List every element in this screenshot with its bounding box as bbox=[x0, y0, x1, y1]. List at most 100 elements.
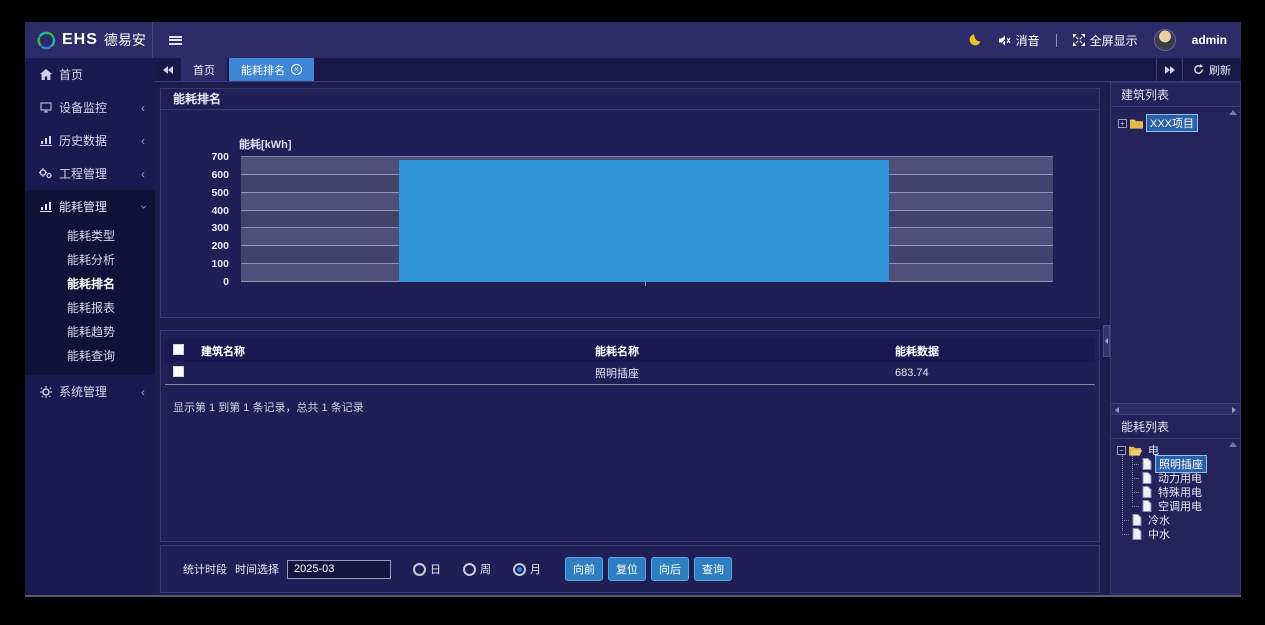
tree-item-special[interactable]: 特殊用电 bbox=[1132, 485, 1205, 499]
sidebar-subitem-energy-report[interactable]: 能耗报表 bbox=[25, 295, 155, 319]
radio-circle bbox=[413, 563, 426, 576]
radio-month[interactable]: 月 bbox=[513, 561, 541, 577]
time-picker-label: 时间选择 bbox=[235, 561, 279, 577]
tabs-scroll-right-button[interactable] bbox=[1156, 58, 1182, 81]
y-tick-label: 500 bbox=[211, 187, 229, 199]
y-tick-label: 300 bbox=[211, 222, 229, 234]
sidebar-subitem-energy-query[interactable]: 能耗查询 bbox=[25, 343, 155, 367]
fullscreen-button[interactable]: 全屏显示 bbox=[1073, 32, 1138, 49]
refresh-icon bbox=[1193, 64, 1204, 75]
main-content: 能耗排名 能耗[kWh] 0100200300400500600700 建筑名称… bbox=[155, 82, 1105, 592]
submenu-label: 能耗分析 bbox=[67, 251, 115, 268]
submenu-label: 能耗类型 bbox=[67, 227, 115, 244]
file-icon bbox=[1142, 486, 1152, 498]
tree-item-reclaimed-water[interactable]: 中水 bbox=[1122, 527, 1173, 541]
sidebar-subitem-energy-analysis[interactable]: 能耗分析 bbox=[25, 247, 155, 271]
stat-period-label: 统计时段 bbox=[183, 561, 227, 577]
open-folder-icon bbox=[1129, 445, 1142, 456]
close-tab-icon[interactable]: × bbox=[291, 64, 302, 75]
tree-connector bbox=[1132, 492, 1139, 493]
top-header: EHS 德易安 消音 bbox=[25, 22, 1241, 58]
app-window: EHS 德易安 消音 bbox=[25, 22, 1241, 597]
panel-collapse-handle[interactable] bbox=[1103, 325, 1110, 357]
menu-toggle-button[interactable] bbox=[169, 36, 182, 45]
forward-button[interactable]: 向前 bbox=[565, 557, 603, 581]
submenu-label: 能耗报表 bbox=[67, 299, 115, 316]
avatar[interactable] bbox=[1154, 29, 1176, 51]
scroll-left-icon[interactable] bbox=[1115, 407, 1119, 413]
brand-spinner-icon bbox=[37, 31, 56, 50]
chevron-left-icon: ‹ bbox=[141, 168, 145, 180]
bar-chart-icon bbox=[39, 201, 52, 212]
x-axis-tick bbox=[645, 282, 646, 286]
sidebar-item-device-monitor[interactable]: 设备监控 ‹ bbox=[25, 91, 155, 124]
collapse-minus-icon[interactable]: − bbox=[1117, 446, 1126, 455]
header-actions: 消音 全屏显示 admin bbox=[968, 29, 1241, 51]
theme-moon-icon[interactable] bbox=[968, 33, 982, 47]
radio-label: 月 bbox=[530, 561, 541, 577]
tree-item-hvac[interactable]: 空调用电 bbox=[1132, 499, 1205, 513]
tab-bar: 首页 能耗排名 × 刷新 bbox=[155, 58, 1241, 82]
query-button[interactable]: 查询 bbox=[694, 557, 732, 581]
sidebar: 首页 设备监控 ‹ 历史数据 ‹ 工 bbox=[25, 58, 155, 595]
backward-button[interactable]: 向后 bbox=[651, 557, 689, 581]
table-header-row: 建筑名称 能耗名称 能耗数据 bbox=[165, 339, 1095, 362]
scroll-right-icon[interactable] bbox=[1232, 407, 1236, 413]
submenu-label: 能耗查询 bbox=[67, 347, 115, 364]
mute-icon bbox=[998, 34, 1011, 47]
sidebar-item-history-data[interactable]: 历史数据 ‹ bbox=[25, 124, 155, 157]
file-icon bbox=[1142, 458, 1152, 470]
y-axis-label: 能耗[kWh] bbox=[239, 136, 292, 152]
tree-item-project[interactable]: + XXX项目 bbox=[1118, 116, 1198, 130]
brand-text: EHS bbox=[62, 31, 98, 49]
column-header-value: 能耗数据 bbox=[895, 343, 939, 359]
y-tick-label: 200 bbox=[211, 240, 229, 252]
tree-item-cold-water[interactable]: 冷水 bbox=[1122, 513, 1173, 527]
sidebar-item-energy-mgmt[interactable]: 能耗管理 ‹ bbox=[25, 190, 155, 223]
expand-plus-icon[interactable]: + bbox=[1118, 119, 1127, 128]
sidebar-item-home[interactable]: 首页 bbox=[25, 58, 155, 91]
radio-circle bbox=[513, 563, 526, 576]
tree-item-power[interactable]: 动力用电 bbox=[1132, 471, 1205, 485]
scroll-up-icon[interactable] bbox=[1229, 442, 1237, 447]
tab-label: 能耗排名 bbox=[241, 62, 285, 78]
time-input[interactable] bbox=[287, 560, 391, 579]
sidebar-subitem-energy-trend[interactable]: 能耗趋势 bbox=[25, 319, 155, 343]
select-all-checkbox[interactable] bbox=[173, 344, 184, 358]
sidebar-subitem-energy-ranking[interactable]: 能耗排名 bbox=[25, 271, 155, 295]
reset-button[interactable]: 复位 bbox=[608, 557, 646, 581]
scroll-up-icon[interactable] bbox=[1229, 110, 1237, 115]
building-list-title: 建筑列表 bbox=[1111, 83, 1240, 107]
chart-panel: 能耗排名 能耗[kWh] 0100200300400500600700 bbox=[160, 88, 1100, 318]
sidebar-item-label: 设备监控 bbox=[59, 99, 107, 116]
sidebar-subitem-energy-type[interactable]: 能耗类型 bbox=[25, 223, 155, 247]
radio-day[interactable]: 日 bbox=[413, 561, 441, 577]
horizontal-scrollbar[interactable] bbox=[1111, 403, 1240, 415]
tab-home[interactable]: 首页 bbox=[181, 58, 227, 81]
y-tick-label: 0 bbox=[223, 276, 229, 288]
tree-item-label[interactable]: XXX项目 bbox=[1146, 114, 1198, 132]
refresh-button[interactable]: 刷新 bbox=[1182, 58, 1241, 81]
bar-series[interactable] bbox=[399, 160, 890, 282]
energy-ranking-chart: 能耗[kWh] 0100200300400500600700 bbox=[161, 110, 1099, 316]
tree-item-label[interactable]: 中水 bbox=[1145, 526, 1173, 542]
tree-connector bbox=[1122, 520, 1129, 521]
tabs-scroll-left-button[interactable] bbox=[155, 58, 181, 81]
submenu-label: 能耗排名 bbox=[67, 275, 115, 292]
tab-energy-ranking[interactable]: 能耗排名 × bbox=[229, 58, 314, 81]
tree-item-lighting[interactable]: 照明插座 bbox=[1132, 457, 1207, 471]
radio-week[interactable]: 周 bbox=[463, 561, 491, 577]
username[interactable]: admin bbox=[1192, 33, 1227, 47]
right-panel: 建筑列表 + XXX项目 能耗列表 − bbox=[1110, 82, 1241, 594]
sidebar-item-label: 系统管理 bbox=[59, 383, 107, 400]
chevron-left-icon: ‹ bbox=[141, 102, 145, 114]
brand-name: 德易安 bbox=[104, 30, 146, 50]
row-checkbox[interactable] bbox=[173, 366, 184, 380]
mute-button[interactable]: 消音 bbox=[998, 32, 1040, 49]
app-logo: EHS 德易安 bbox=[25, 22, 153, 58]
table-row[interactable]: 照明插座 683.74 bbox=[165, 362, 1095, 385]
sidebar-item-system-mgmt[interactable]: 系统管理 ‹ bbox=[25, 375, 155, 408]
sidebar-group-energy: 能耗管理 ‹ 能耗类型 能耗分析 能耗排名 能耗报表 能耗趋势 能耗查询 bbox=[25, 190, 155, 375]
radio-circle bbox=[463, 563, 476, 576]
sidebar-item-project-mgmt[interactable]: 工程管理 ‹ bbox=[25, 157, 155, 190]
